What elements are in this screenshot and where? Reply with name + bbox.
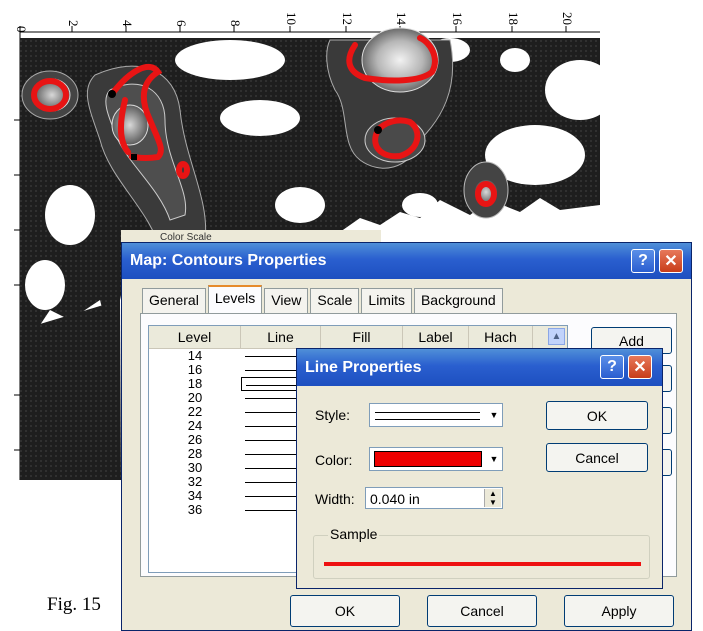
width-spinner[interactable]: 0.040 in ▲ ▼ (365, 487, 503, 509)
x-tick-label: 10 (284, 12, 299, 25)
column-header-level[interactable]: Level (149, 326, 241, 348)
ok-button[interactable]: OK (546, 401, 648, 430)
help-icon[interactable]: ? (631, 249, 655, 273)
tab-strip: General Levels View Scale Limits Backgro… (142, 285, 505, 316)
level-value: 22 (187, 404, 203, 419)
level-value: 36 (187, 502, 203, 517)
sample-group: Sample (313, 526, 650, 579)
level-value: 14 (187, 348, 203, 363)
x-tick-label: 12 (340, 12, 355, 25)
level-value: 24 (187, 418, 203, 433)
close-icon[interactable]: ✕ (659, 249, 683, 273)
spinner-arrows-icon[interactable]: ▲ ▼ (484, 489, 501, 507)
scroll-up-icon[interactable]: ▲ (548, 328, 565, 345)
line-dialog-title: Line Properties (305, 358, 422, 376)
apply-button[interactable]: Apply (564, 595, 674, 627)
contours-window-title: Map: Contours Properties (130, 252, 327, 269)
level-value: 28 (187, 446, 203, 461)
cancel-button[interactable]: Cancel (546, 443, 648, 472)
column-header-label[interactable]: Label (403, 326, 469, 348)
figure-caption: Fig. 15 (47, 594, 101, 615)
tab-scale[interactable]: Scale (310, 288, 360, 315)
tab-levels[interactable]: Levels (207, 285, 263, 316)
width-field[interactable]: 0.040 in (370, 491, 420, 507)
tab-background[interactable]: Background (413, 288, 503, 315)
color-label: Color: (315, 452, 353, 468)
contours-window-titlebar[interactable]: Map: Contours Properties (122, 243, 691, 279)
column-header-hach[interactable]: Hach (469, 326, 533, 348)
levels-table-header: Level Line Fill Label Hach (149, 326, 567, 349)
x-tick-label: 20 (560, 12, 575, 25)
x-axis-ticks (19, 26, 567, 32)
style-dropdown[interactable]: ▼ (369, 403, 503, 427)
level-value: 34 (187, 488, 203, 503)
x-tick-label: 6 (174, 20, 189, 27)
x-tick-label: 16 (450, 12, 465, 26)
sample-line (324, 562, 641, 566)
chevron-down-icon[interactable]: ▼ (487, 449, 501, 469)
level-value: 20 (187, 390, 203, 405)
level-value: 32 (187, 474, 203, 489)
sample-label: Sample (328, 526, 380, 542)
column-header-fill[interactable]: Fill (321, 326, 403, 348)
level-value: 26 (187, 432, 203, 447)
width-label: Width: (315, 491, 355, 507)
x-tick-label: 0 (14, 26, 29, 33)
column-header-line[interactable]: Line (241, 326, 321, 348)
color-swatch (374, 451, 482, 467)
close-icon[interactable]: ✕ (628, 355, 652, 379)
help-icon[interactable]: ? (600, 355, 624, 379)
level-value: 16 (187, 362, 203, 377)
x-tick-label: 4 (120, 20, 135, 27)
x-tick-label: 14 (394, 12, 409, 26)
x-tick-label: 2 (66, 20, 81, 27)
style-label: Style: (315, 407, 351, 423)
chevron-down-icon[interactable]: ▼ (487, 405, 501, 425)
x-tick-label: 18 (506, 12, 521, 25)
x-tick-label: 8 (228, 20, 243, 27)
tab-view[interactable]: View (264, 288, 309, 315)
ok-button[interactable]: OK (290, 595, 400, 627)
color-dropdown[interactable]: ▼ (369, 447, 503, 471)
tab-limits[interactable]: Limits (361, 288, 412, 315)
line-properties-dialog: Line Properties ? ✕ Style: ▼ Color: ▼ Wi… (296, 348, 663, 589)
tab-general[interactable]: General (142, 288, 206, 315)
level-value: 30 (187, 460, 203, 475)
level-value: 18 (187, 376, 203, 391)
cancel-button[interactable]: Cancel (427, 595, 537, 627)
